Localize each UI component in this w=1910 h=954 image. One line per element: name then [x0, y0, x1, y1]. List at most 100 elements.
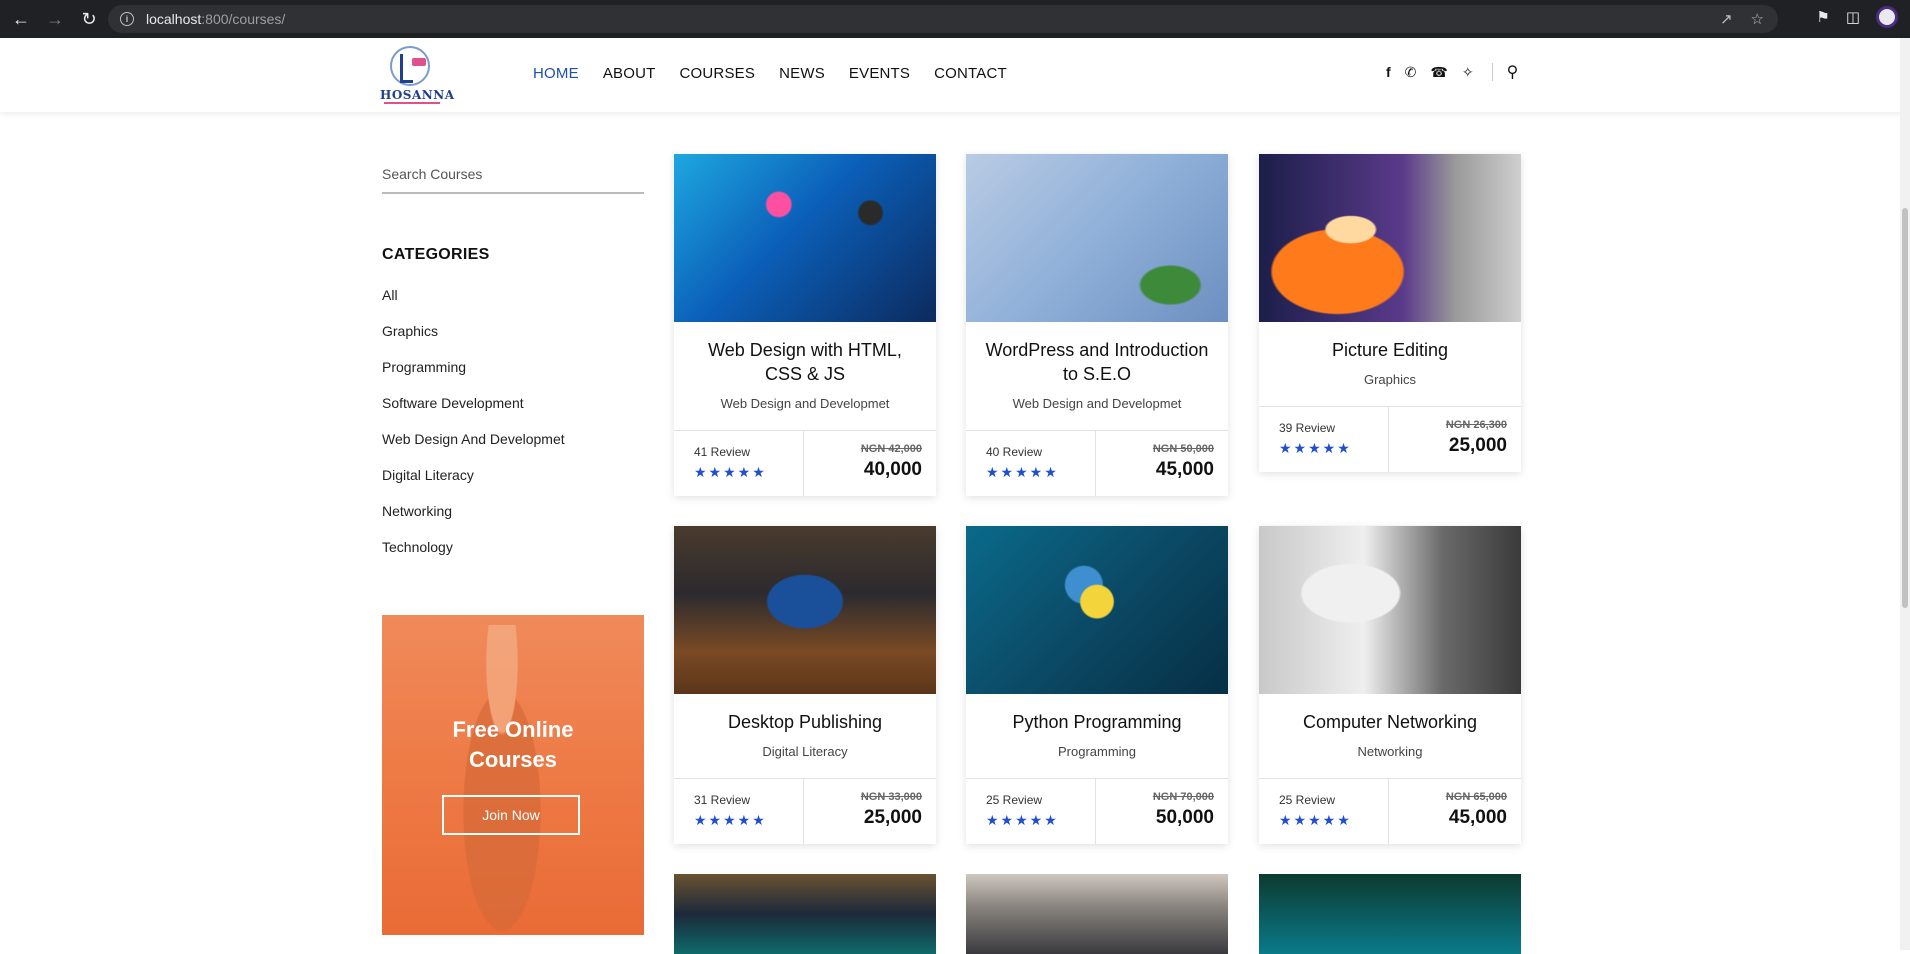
category-graphics[interactable]: Graphics: [382, 323, 565, 359]
facebook-icon[interactable]: f: [1386, 64, 1391, 80]
whatsapp-icon[interactable]: ✆: [1405, 64, 1417, 81]
address-bar[interactable]: i localhost:800/courses/ ↗ ☆: [108, 5, 1778, 33]
logo-mark: [390, 46, 430, 86]
price: 50,000: [1155, 807, 1214, 828]
course-thumbnail[interactable]: [1259, 874, 1521, 954]
category-programming[interactable]: Programming: [382, 359, 565, 395]
profile-avatar[interactable]: [1876, 6, 1898, 28]
course-card[interactable]: Python Programming Programming 25 Review…: [966, 526, 1228, 844]
category-software-development[interactable]: Software Development: [382, 395, 565, 431]
course-thumbnail[interactable]: [966, 526, 1228, 694]
course-title[interactable]: Picture Editing: [1259, 322, 1521, 362]
old-price: NGN 26,300: [1445, 419, 1507, 431]
phone-icon[interactable]: ☎: [1430, 64, 1447, 81]
rating-stars: ★★★★★: [986, 812, 1059, 828]
browser-toolbar: ← → ↻ i localhost:800/courses/ ↗ ☆ ⚑ ◫: [0, 0, 1910, 38]
site-logo[interactable]: HOSANNA: [380, 46, 454, 104]
category-all[interactable]: All: [382, 287, 565, 323]
extensions-icon[interactable]: ⚑: [1816, 8, 1829, 26]
course-thumbnail[interactable]: [674, 526, 936, 694]
review-count: 40 Review: [986, 445, 1043, 459]
url-text[interactable]: localhost:800/courses/: [146, 11, 285, 27]
join-now-button[interactable]: Join Now: [442, 795, 580, 835]
course-category: Networking: [1357, 744, 1423, 759]
course-card[interactable]: Web Design with HTML, CSS & JS Web Desig…: [674, 154, 936, 496]
page-scrollbar[interactable]: [1900, 38, 1910, 950]
old-price: NGN 70,000: [1152, 791, 1214, 803]
nav-contact[interactable]: CONTACT: [934, 65, 1007, 82]
course-category: Web Design and Developmet: [1012, 396, 1182, 411]
course-category: Graphics: [1363, 372, 1417, 387]
old-price: NGN 65,000: [1445, 791, 1507, 803]
review-count: 25 Review: [986, 793, 1043, 807]
side-panel-icon[interactable]: ◫: [1846, 8, 1860, 26]
price: 25,000: [1448, 435, 1507, 456]
review-count: 41 Review: [694, 445, 751, 459]
forward-icon[interactable]: →: [42, 6, 68, 32]
reload-icon[interactable]: ↻: [76, 6, 102, 32]
twitter-icon[interactable]: ✧: [1462, 64, 1474, 81]
site-info-icon[interactable]: i: [120, 12, 134, 26]
course-card[interactable]: Desktop Publishing Digital Literacy 31 R…: [674, 526, 936, 844]
course-thumbnail[interactable]: [1259, 526, 1521, 694]
rating-stars: ★★★★★: [1279, 440, 1352, 456]
category-networking[interactable]: Networking: [382, 503, 565, 539]
search-icon[interactable]: ⚲: [1507, 62, 1519, 82]
share-icon[interactable]: ↗: [1720, 10, 1733, 28]
rating-stars: ★★★★★: [694, 812, 767, 828]
price: 45,000: [1155, 459, 1214, 480]
course-thumbnail[interactable]: [1259, 154, 1521, 322]
promo-banner: Free Online Courses Join Now: [382, 615, 644, 935]
course-card[interactable]: Computer Networking Networking 25 Review…: [1259, 526, 1521, 844]
course-search: [382, 162, 644, 194]
nav-courses[interactable]: COURSES: [680, 65, 756, 82]
course-title[interactable]: Desktop Publishing: [674, 694, 936, 734]
course-thumbnail[interactable]: [966, 874, 1228, 954]
social-links: f ✆ ☎ ✧ ⚲: [1386, 62, 1518, 82]
categories-title: CATEGORIES: [382, 246, 490, 263]
category-list: All Graphics Programming Software Develo…: [382, 287, 565, 575]
course-card[interactable]: [1259, 874, 1521, 954]
site-header: HOSANNA HOME ABOUT COURSES NEWS EVENTS C…: [0, 38, 1910, 112]
course-thumbnail[interactable]: [966, 154, 1228, 322]
rating-stars: ★★★★★: [694, 464, 767, 480]
back-icon[interactable]: ←: [8, 6, 34, 32]
course-title[interactable]: Computer Networking: [1259, 694, 1521, 734]
review-count: 25 Review: [1279, 793, 1336, 807]
rating-stars: ★★★★★: [986, 464, 1059, 480]
course-card[interactable]: WordPress and Introduction to S.E.O Web …: [966, 154, 1228, 496]
promo-title: Free Online Courses: [452, 717, 574, 772]
price: 25,000: [863, 807, 922, 828]
promo-image: [442, 625, 562, 935]
old-price: NGN 50,000: [1152, 443, 1214, 455]
nav-about[interactable]: ABOUT: [603, 65, 656, 82]
category-web-design[interactable]: Web Design And Developmet: [382, 431, 565, 467]
course-thumbnail[interactable]: [674, 154, 936, 322]
course-category: Web Design and Developmet: [720, 396, 890, 411]
category-technology[interactable]: Technology: [382, 539, 565, 575]
review-count: 31 Review: [694, 793, 751, 807]
course-card[interactable]: Picture Editing Graphics 39 Review ★★★★★ …: [1259, 154, 1521, 472]
course-title[interactable]: WordPress and Introduction to S.E.O: [966, 322, 1228, 386]
nav-events[interactable]: EVENTS: [849, 65, 910, 82]
review-count: 39 Review: [1279, 421, 1336, 435]
course-category: Digital Literacy: [762, 744, 848, 759]
old-price: NGN 33,000: [860, 791, 922, 803]
search-input[interactable]: [382, 162, 644, 182]
main-nav: HOME ABOUT COURSES NEWS EVENTS CONTACT: [533, 65, 1031, 82]
course-card[interactable]: [966, 874, 1228, 954]
price: 40,000: [863, 459, 922, 480]
course-title[interactable]: Web Design with HTML, CSS & JS: [674, 322, 936, 386]
rating-stars: ★★★★★: [1279, 812, 1352, 828]
course-category: Programming: [1057, 744, 1137, 759]
price: 45,000: [1448, 807, 1507, 828]
category-digital-literacy[interactable]: Digital Literacy: [382, 467, 565, 503]
nav-news[interactable]: NEWS: [779, 65, 825, 82]
bookmark-star-icon[interactable]: ☆: [1751, 10, 1764, 28]
course-card[interactable]: [674, 874, 936, 954]
scrollbar-thumb[interactable]: [1902, 208, 1908, 608]
logo-text: HOSANNA: [380, 88, 455, 102]
course-title[interactable]: Python Programming: [966, 694, 1228, 734]
course-thumbnail[interactable]: [674, 874, 936, 954]
nav-home[interactable]: HOME: [533, 65, 579, 82]
